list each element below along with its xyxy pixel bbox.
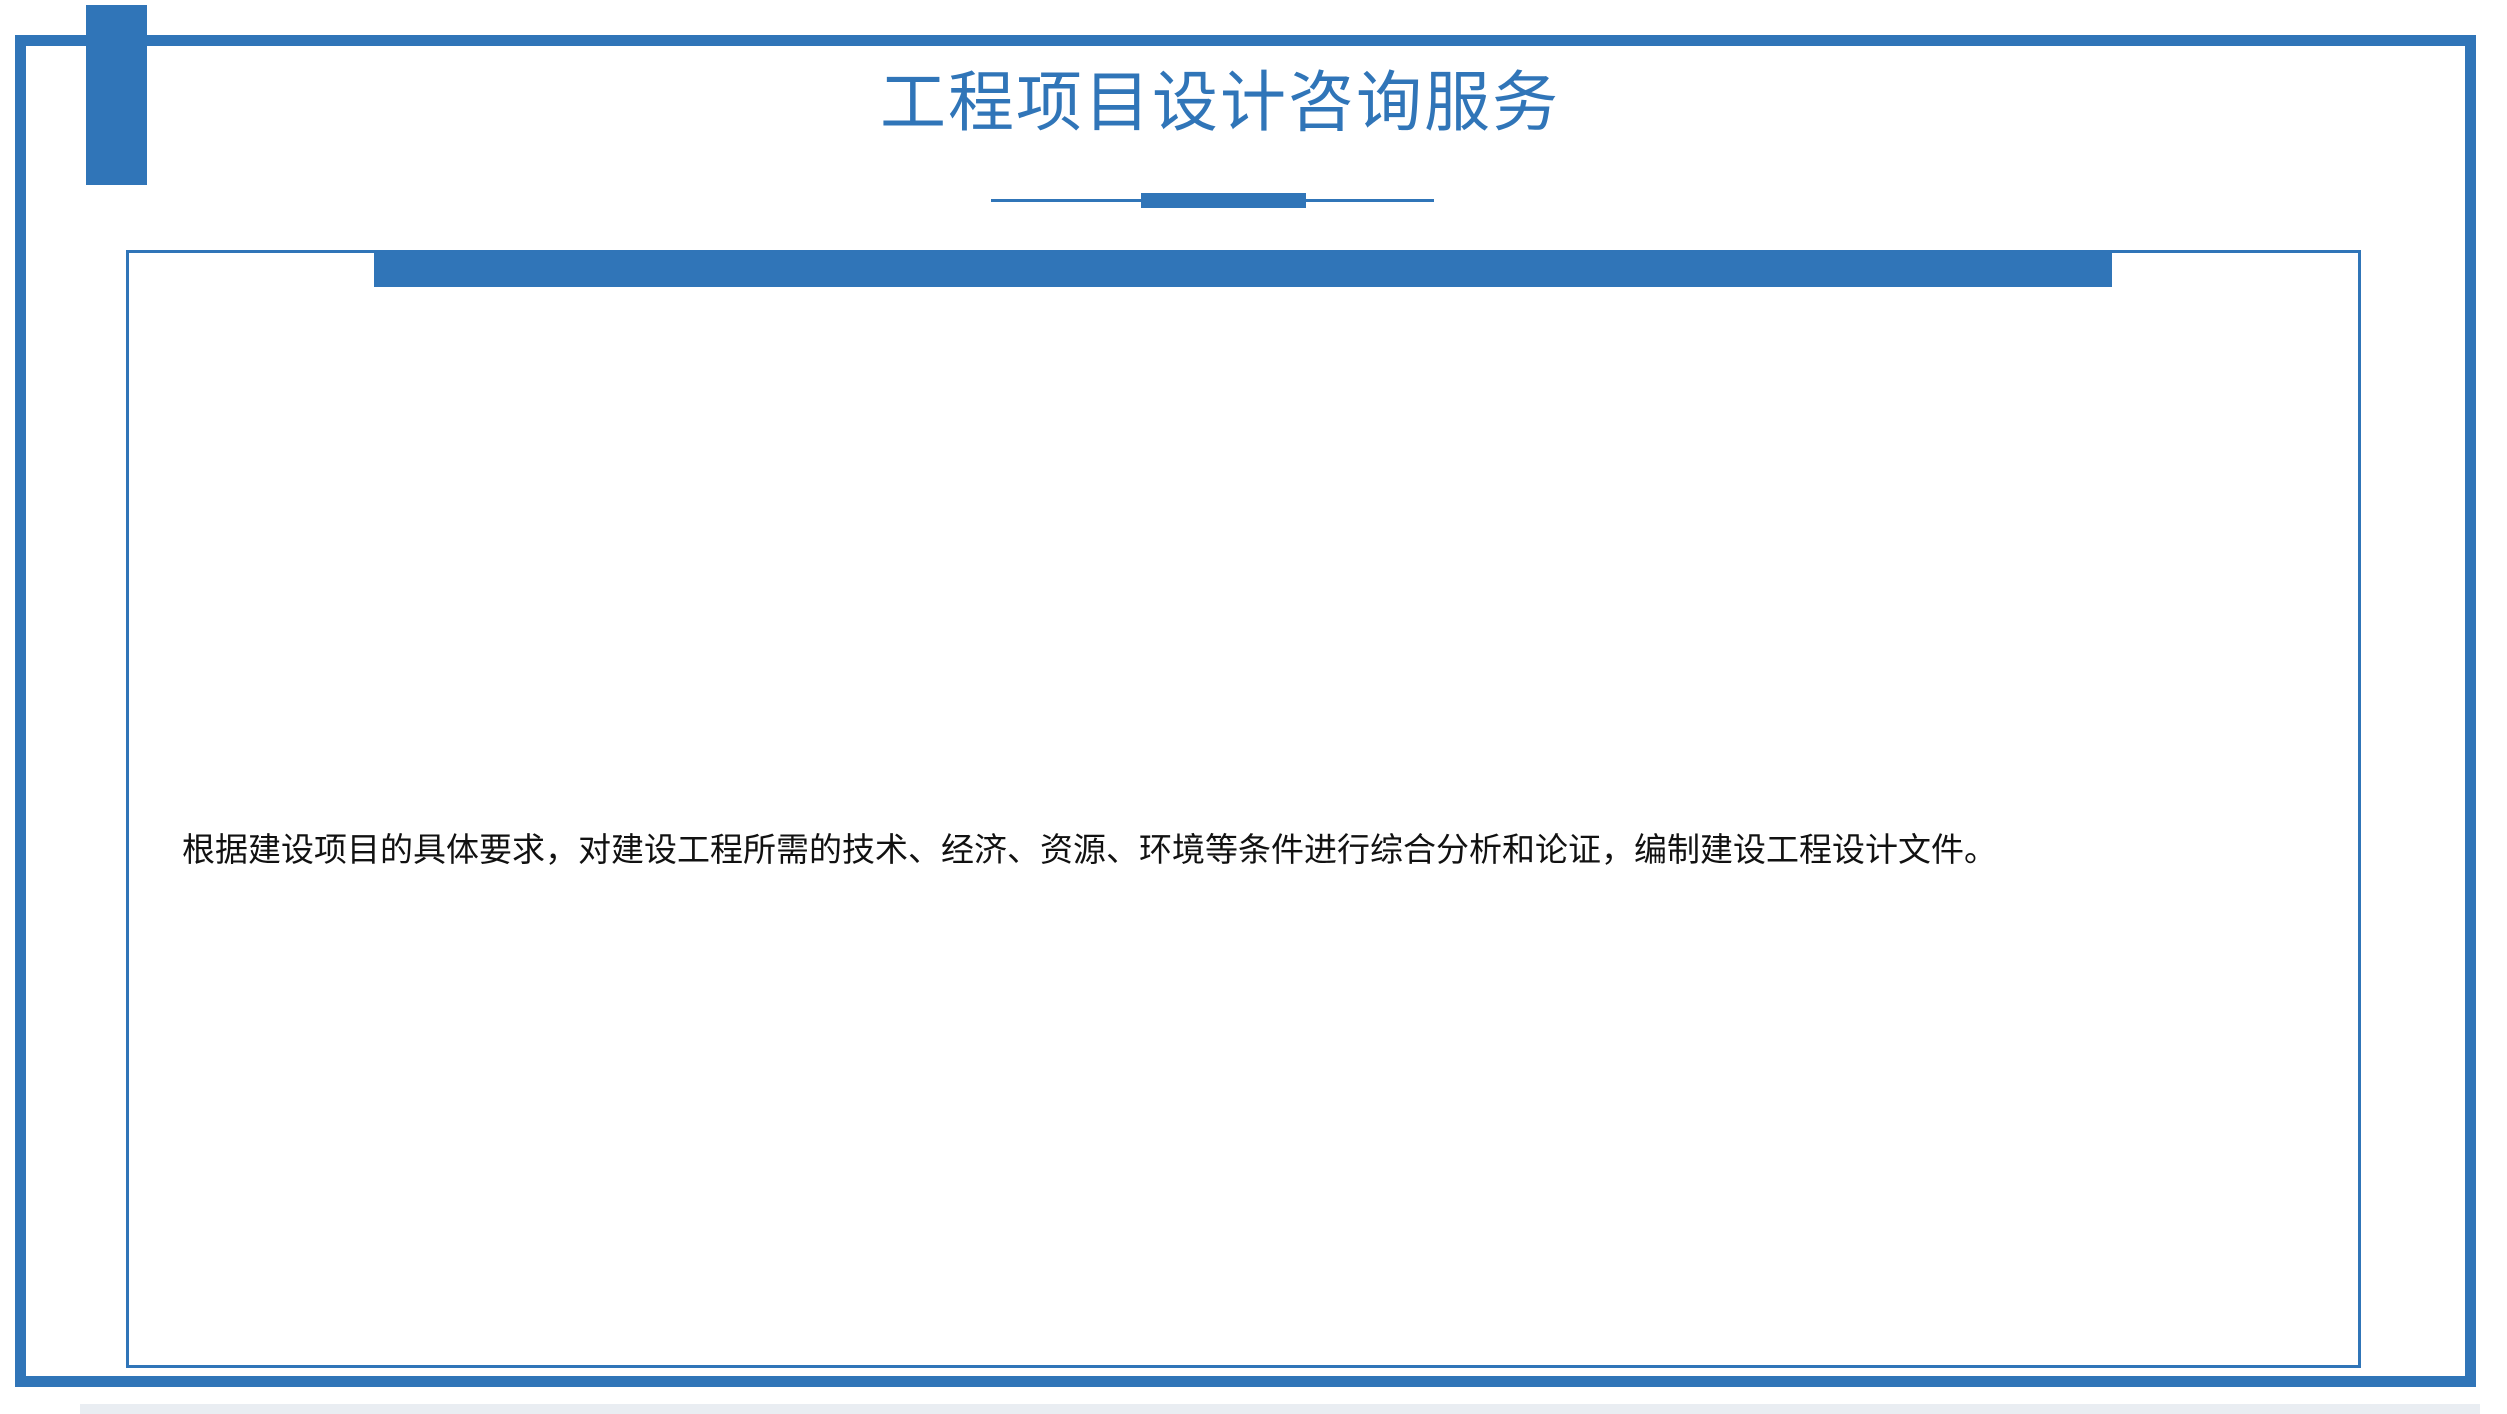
title-divider-bar: [1141, 193, 1306, 208]
body-text: 根据建设项目的具体要求，对建设工程所需的技术、经济、资源、环境等条件进行综合分析…: [182, 830, 1997, 869]
slide-title: 工程项目设计咨询服务: [880, 64, 1560, 141]
slide-page: 工程项目设计咨询服务 根据建设项目的具体要求，对建设工程所需的技术、经济、资源、…: [0, 0, 2507, 1414]
content-header-bar: [374, 251, 2112, 287]
bottom-strip: [80, 1404, 2480, 1414]
content-box: [126, 250, 2361, 1368]
